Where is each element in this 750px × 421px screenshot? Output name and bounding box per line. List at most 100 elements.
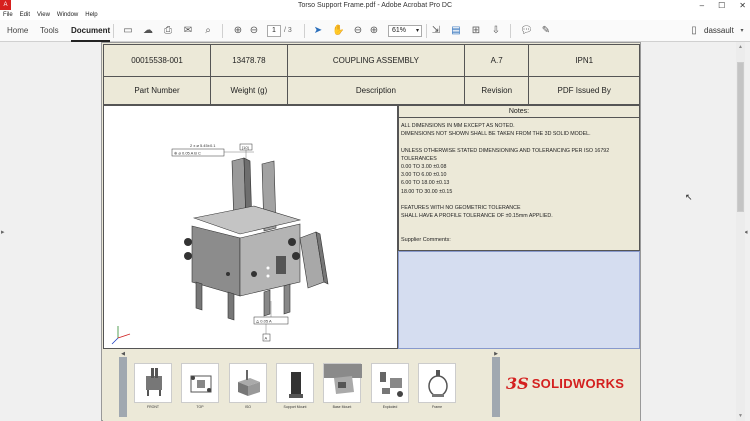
view-thumbnail-exploded[interactable] [371, 363, 409, 403]
zoom-select[interactable]: 61% ▾ [388, 25, 422, 37]
menu-window[interactable]: Window [57, 11, 78, 20]
note-line: 6.00 TO 18.00 ±0.13 [401, 180, 450, 187]
issued-by-label: PDF Issued By [528, 76, 640, 105]
callout-box-text: [10] [242, 145, 249, 150]
note-line [401, 196, 637, 204]
callout-top-text: 2 x ⌀ 5.45±0.1 [190, 143, 216, 148]
weight-value: 13478.78 [210, 44, 288, 77]
page-view-icon[interactable]: ▤ [450, 25, 462, 37]
minimize-icon[interactable]: – [700, 0, 704, 11]
view-label-support-mount: Support Mount [283, 405, 307, 409]
select-cursor-icon[interactable]: ➤ [312, 25, 324, 37]
strip-left-scroll[interactable]: ◀ [119, 351, 127, 417]
menu-edit[interactable]: Edit [20, 11, 30, 20]
next-page-icon[interactable]: ⊖ [248, 25, 260, 37]
user-name[interactable]: dassault [704, 20, 734, 42]
chevron-down-icon[interactable]: ▾ [736, 25, 748, 37]
menu-help[interactable]: Help [85, 11, 97, 20]
scroll-mode-icon[interactable]: ⇩ [490, 25, 502, 37]
note-line: ALL DIMENSIONS IN MM EXCEPT AS NOTED. [401, 123, 515, 129]
part-number-value: 00015538-001 [103, 44, 211, 77]
weight-label: Weight (g) [210, 76, 288, 105]
previous-page-icon[interactable]: ⊕ [232, 25, 244, 37]
brand-name: SOLIDWORKS [531, 375, 625, 391]
note-line: FEATURES WITH NO GEOMETRIC TOLERANCE [401, 205, 521, 212]
ds-logo-icon: 3S [506, 373, 529, 393]
view-thumbnail-top[interactable] [181, 363, 219, 403]
revision-label: Revision [463, 76, 530, 105]
view-thumbnail-iso[interactable] [229, 363, 267, 403]
strip-right-scroll[interactable]: ▶ [492, 351, 500, 417]
description-value: COUPLING ASSEMBLY [286, 44, 465, 77]
view-thumbnail-support-mount[interactable] [276, 363, 314, 403]
fullscreen-icon[interactable]: ⊞ [470, 25, 482, 37]
fit-page-icon[interactable]: ⇲ [430, 25, 442, 37]
view-label-top: TOP [196, 405, 204, 409]
mouse-cursor-icon: ↖ [685, 192, 693, 202]
view-thumbnail-base-mount[interactable] [323, 363, 362, 403]
menu-file[interactable]: File [3, 11, 13, 20]
description-label: Description [286, 76, 465, 105]
print-icon[interactable]: ⎙ [162, 25, 174, 37]
search-icon[interactable]: ⌕ [202, 25, 214, 37]
note-line [401, 138, 637, 146]
supplier-comments-label: Supplier Comments: [398, 231, 640, 251]
maximize-icon[interactable]: ☐ [718, 0, 725, 11]
zoom-out-icon[interactable]: ⊖ [352, 25, 364, 37]
scrollbar-thumb[interactable] [737, 62, 744, 212]
solidworks-logo: 3S SOLIDWORKS [506, 371, 624, 395]
note-line: TOLERANCES [401, 155, 437, 162]
page-number-input[interactable]: 1 [267, 25, 281, 37]
comment-icon[interactable]: 💬︎ [520, 25, 533, 37]
callout-frame-text: ⊕ ⌀ 0.05 A B C [174, 151, 201, 156]
view-label-iso: ISO [244, 405, 252, 409]
datum-label: A [265, 336, 268, 341]
menu-bar: File Edit View Window Help [0, 11, 750, 20]
issued-by-value: IPN1 [528, 44, 640, 77]
part-number-label: Part Number [103, 76, 211, 105]
note-line: 0.00 TO 3.00 ±0.08 [401, 164, 447, 171]
notes-panel: Notes: ALL DIMENSIONS IN MM EXCEPT AS NO… [398, 105, 640, 250]
save-icon[interactable]: ▭ [122, 25, 134, 37]
pdf-page: 00015538-001 13478.78 COUPLING ASSEMBLY … [101, 42, 641, 421]
supplier-comments-field[interactable] [398, 251, 640, 349]
view-thumbnail-frame[interactable] [418, 363, 456, 403]
view-label-frame: Frame [431, 405, 443, 409]
window-title: Torso Support Frame.pdf - Adobe Acrobat … [297, 2, 453, 9]
tab-document[interactable]: Document [71, 20, 111, 42]
hand-tool-icon[interactable]: ✋ [332, 25, 344, 37]
email-icon[interactable]: ✉ [182, 25, 194, 37]
view-thumbnail-strip: ◀ FRONT TOP ISO Support Mount Base Mount… [103, 349, 640, 421]
note-line: DIMENSIONS NOT SHOWN SHALL BE TAKEN FROM… [401, 131, 591, 138]
3d-model-viewport[interactable]: 2 x ⌀ 5.45±0.1 ⊕ ⌀ 0.05 A B C [10] ⌓ 0.0… [103, 105, 398, 349]
revision-value: A.7 [463, 44, 530, 77]
view-thumbnail-front[interactable] [134, 363, 172, 403]
vertical-scrollbar[interactable]: ▲ ▼ [736, 42, 745, 421]
view-label-exploded: Exploded [382, 405, 398, 409]
upload-icon[interactable]: ☁ [142, 25, 154, 37]
window-title-bar: A Torso Support Frame.pdf - Adobe Acroba… [0, 0, 750, 11]
close-icon[interactable]: ✕ [739, 0, 746, 11]
toolbar: Home Tools Document ▭ ☁ ⎙ ✉ ⌕ ⊕ ⊖ 1 / 3 … [0, 20, 750, 42]
mobile-icon[interactable]: ▯ [688, 25, 700, 37]
pen-icon[interactable]: ✎ [540, 25, 552, 37]
note-line: SHALL HAVE A PROFILE TOLERANCE OF ±0.15m… [401, 213, 553, 220]
zoom-in-icon[interactable]: ⊕ [368, 25, 380, 37]
tab-tools[interactable]: Tools [40, 20, 59, 42]
tab-home[interactable]: Home [7, 20, 28, 42]
notes-body: ALL DIMENSIONS IN MM EXCEPT AS NOTED. DI… [399, 118, 639, 224]
coupling-assembly-model: 2 x ⌀ 5.45±0.1 ⊕ ⌀ 0.05 A B C [10] ⌓ 0.0… [111, 143, 329, 345]
chevron-down-icon: ▾ [415, 28, 419, 34]
left-panel-toggle-icon[interactable]: ▸ [1, 228, 5, 236]
page-total: / 3 [284, 27, 292, 34]
note-line: UNLESS OTHERWISE STATED DIMENSIONING AND… [401, 147, 610, 154]
view-label-base-mount: Base Mount [332, 405, 352, 409]
menu-view[interactable]: View [37, 11, 50, 20]
scroll-up-icon[interactable]: ▲ [736, 44, 745, 50]
note-line: 18.00 TO 30.00 ±0.15 [401, 188, 453, 195]
title-block-table: 00015538-001 13478.78 COUPLING ASSEMBLY … [103, 44, 640, 105]
scroll-down-icon[interactable]: ▼ [736, 413, 745, 419]
callout-bottom-text: ⌓ 0.05 A [256, 319, 272, 324]
view-label-front: FRONT [146, 405, 160, 409]
note-line: 3.00 TO 6.00 ±0.10 [401, 172, 447, 179]
